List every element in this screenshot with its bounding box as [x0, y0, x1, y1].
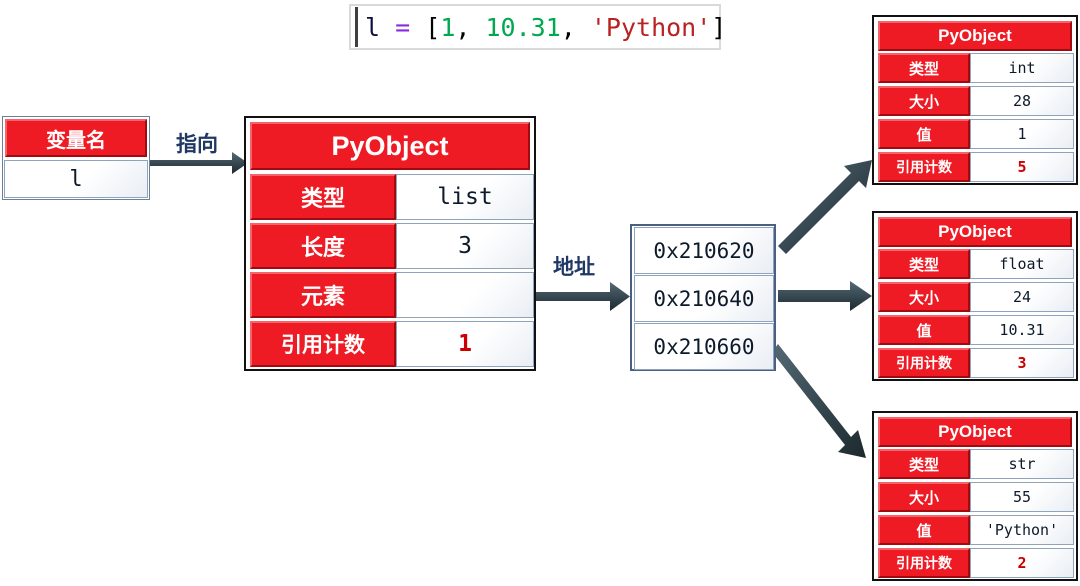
- code-token-1: [380, 13, 395, 42]
- main-row-value-refcount: 1: [396, 321, 534, 367]
- int-row-label-refcount: 引用计数: [878, 152, 970, 182]
- code-token-9: 'Python': [590, 12, 712, 42]
- label-address: 地址: [553, 255, 595, 279]
- code-token-5: 1: [440, 12, 456, 42]
- int-row-label-size: 大小: [878, 86, 970, 116]
- main-pyobject-box: PyObject 类型 list 长度 3 元素 引用计数 1: [244, 116, 536, 371]
- code-token-0: l: [365, 12, 381, 42]
- arrow-address0-to-int: [778, 160, 872, 254]
- label-points-to: 指向: [176, 132, 218, 156]
- main-row-label-length: 长度: [250, 223, 396, 269]
- str-title: PyObject: [878, 417, 1072, 447]
- int-row-value-refcount: 5: [970, 152, 1074, 182]
- float-row-value-refcount: 3: [970, 348, 1074, 378]
- str-row-value-value: 'Python': [970, 515, 1074, 545]
- variable-box: 变量名 l: [2, 116, 150, 200]
- str-row-label-value: 值: [878, 515, 970, 545]
- int-row-value-size: 28: [970, 86, 1074, 116]
- address-row-1: 0x210640: [634, 275, 774, 322]
- pyobject-float-box: PyObject 类型 float 大小 24 值 10.31 引用计数 3: [872, 211, 1078, 381]
- float-row-value-size: 24: [970, 282, 1074, 312]
- int-row-value-type: int: [970, 53, 1074, 83]
- address-row-2: 0x210660: [634, 323, 774, 370]
- float-row-label-value: 值: [878, 315, 970, 345]
- code-token-8: ,: [560, 12, 591, 42]
- code-snippet-text: l = [1, 10.31, 'Python']: [365, 15, 726, 40]
- main-pyobject-title: PyObject: [250, 122, 530, 170]
- main-row-value-type: list: [396, 174, 534, 220]
- str-row-value-type: str: [970, 449, 1074, 479]
- float-row-value-type: float: [970, 249, 1074, 279]
- address-row-0: 0x210620: [634, 227, 774, 274]
- main-row-value-length: 3: [396, 223, 534, 269]
- str-row-label-refcount: 引用计数: [878, 548, 970, 578]
- float-row-label-refcount: 引用计数: [878, 348, 970, 378]
- float-title: PyObject: [878, 217, 1072, 247]
- int-title: PyObject: [878, 21, 1072, 51]
- str-row-value-size: 55: [970, 482, 1074, 512]
- float-row-value-value: 10.31: [970, 315, 1074, 345]
- pyobject-str-box: PyObject 类型 str 大小 55 值 'Python' 引用计数 2: [872, 411, 1078, 581]
- float-row-label-size: 大小: [878, 282, 970, 312]
- arrow-address1-to-float: [778, 281, 872, 311]
- int-row-value-value: 1: [970, 119, 1074, 149]
- code-token-4: [: [425, 12, 441, 42]
- main-row-value-elements: [396, 272, 534, 318]
- str-row-label-type: 类型: [878, 449, 970, 479]
- int-row-label-value: 值: [878, 119, 970, 149]
- code-snippet-box: l = [1, 10.31, 'Python']: [349, 4, 726, 50]
- main-row-label-type: 类型: [250, 174, 396, 220]
- main-row-label-refcount: 引用计数: [250, 321, 396, 367]
- code-token-7: 10.31: [485, 12, 561, 42]
- code-token-3: [410, 13, 425, 42]
- address-list-box: 0x210620 0x210640 0x210660: [630, 224, 776, 371]
- str-row-value-refcount: 2: [970, 548, 1074, 578]
- variable-box-header: 变量名: [5, 119, 147, 157]
- main-row-label-elements: 元素: [250, 272, 396, 318]
- code-token-10: ]: [711, 12, 727, 42]
- code-token-6: ,: [455, 12, 486, 42]
- int-row-label-type: 类型: [878, 53, 970, 83]
- float-row-label-type: 类型: [878, 249, 970, 279]
- code-snippet-inner: l = [1, 10.31, 'Python']: [355, 7, 726, 47]
- arrow-address2-to-str: [772, 344, 866, 458]
- code-token-2: =: [395, 12, 411, 42]
- variable-box-value: l: [4, 160, 148, 198]
- pyobject-int-box: PyObject 类型 int 大小 28 值 1 引用计数 5: [872, 15, 1078, 185]
- str-row-label-size: 大小: [878, 482, 970, 512]
